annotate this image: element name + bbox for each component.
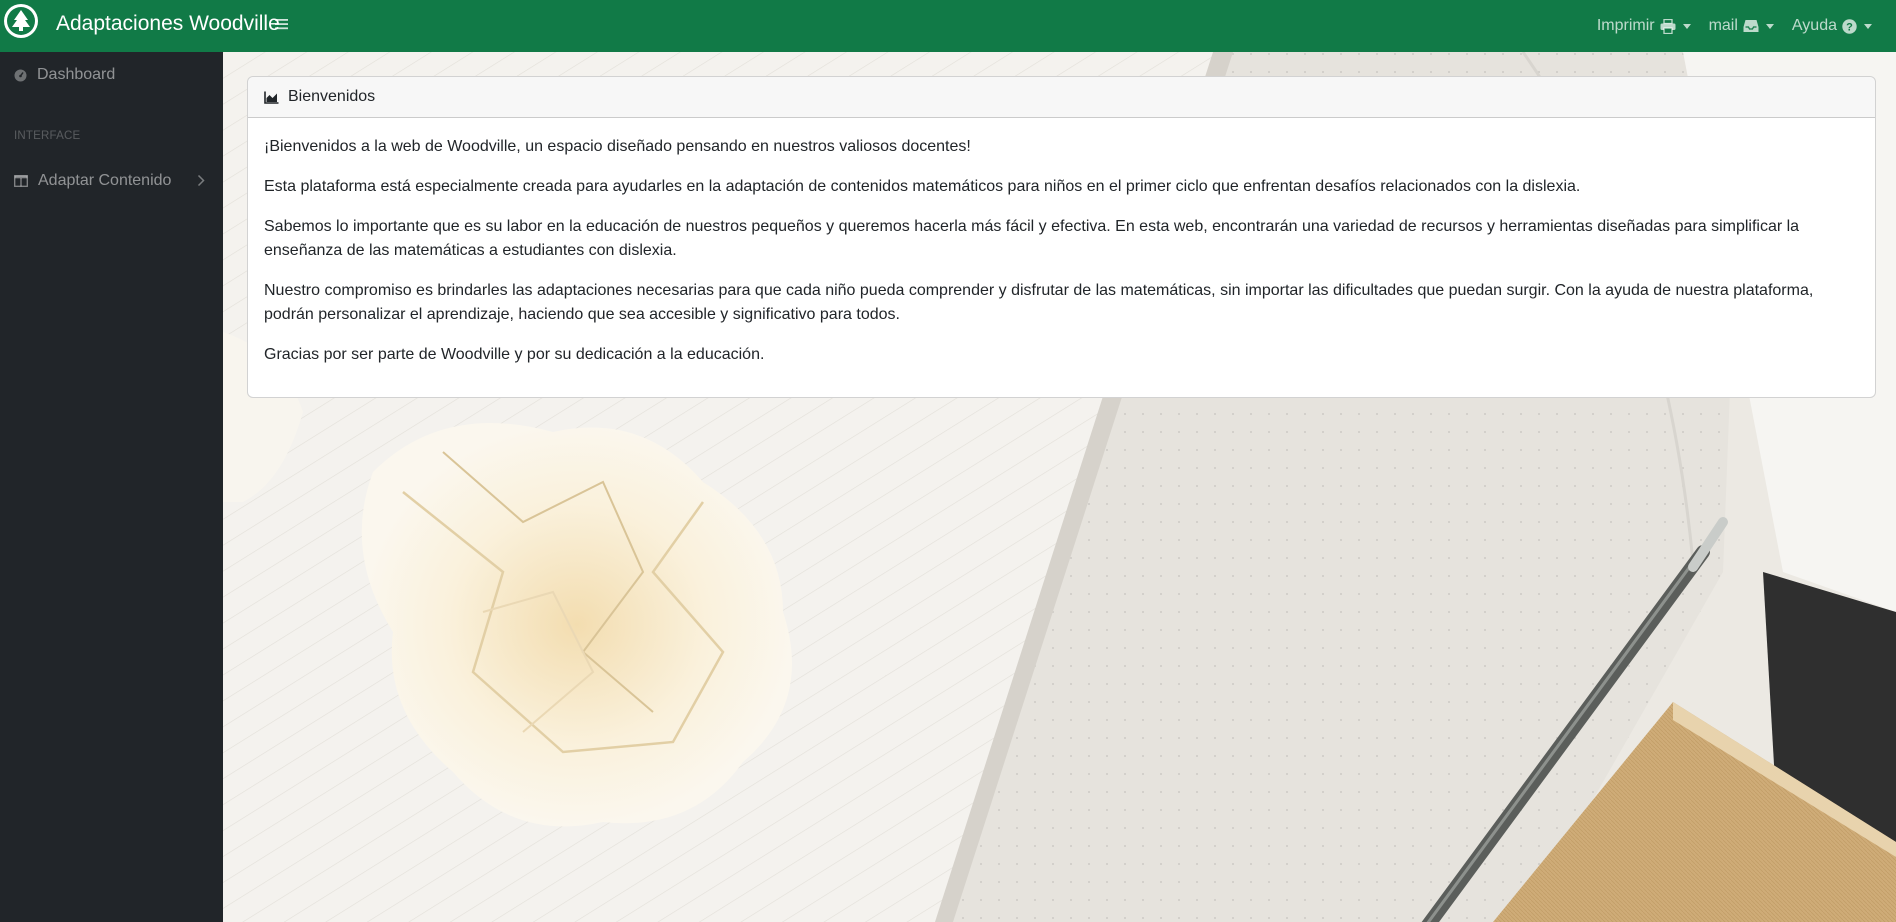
- sidebar-item-dashboard[interactable]: Dashboard: [14, 66, 115, 84]
- svg-text:?: ?: [1846, 21, 1853, 33]
- print-label: Imprimir: [1596, 17, 1655, 34]
- bars-icon: [274, 19, 288, 30]
- sidebar: Dashboard INTERFACE Adaptar Contenido: [0, 52, 223, 922]
- brand-title[interactable]: Adaptaciones Woodville: [56, 12, 280, 36]
- welcome-paragraph: ¡Bienvenidos a la web de Woodville, un e…: [264, 138, 971, 155]
- resources-paragraph: Sabemos lo importante que es su labor en…: [264, 218, 1800, 259]
- help-dropdown[interactable]: Ayuda ?: [1792, 17, 1872, 35]
- platform-paragraph: Esta plataforma está especialmente cread…: [264, 178, 1581, 195]
- tachometer-icon: [14, 69, 27, 81]
- welcome-card: Bienvenidos ¡Bienvenidos a la web de Woo…: [247, 76, 1876, 398]
- help-label: Ayuda: [1791, 17, 1837, 34]
- chart-area-icon: [264, 91, 279, 104]
- tree-logo-icon[interactable]: [4, 4, 38, 38]
- printer-icon: [1660, 18, 1676, 34]
- card-header: Bienvenidos: [248, 77, 1875, 118]
- card-title: Bienvenidos: [288, 88, 376, 105]
- columns-icon: [14, 175, 28, 187]
- inbox-icon: [1743, 20, 1759, 32]
- top-navbar: Adaptaciones Woodville Imprimir mail Ayu…: [0, 0, 1896, 52]
- commitment-paragraph: Nuestro compromiso es brindarles las ada…: [264, 282, 1814, 323]
- sidebar-item-adaptar-contenido[interactable]: Adaptar Contenido: [14, 172, 171, 190]
- print-dropdown[interactable]: Imprimir: [1597, 17, 1691, 35]
- sidebar-section-heading: INTERFACE: [14, 130, 81, 142]
- sidebar-item-label: Dashboard: [37, 66, 116, 83]
- card-body: ¡Bienvenidos a la web de Woodville, un e…: [248, 118, 1875, 399]
- sidebar-item-label: Adaptar Contenido: [38, 172, 172, 189]
- mail-dropdown[interactable]: mail: [1709, 17, 1774, 35]
- thanks-paragraph: Gracias por ser parte de Woodville y por…: [264, 346, 765, 363]
- main-content: Bienvenidos ¡Bienvenidos a la web de Woo…: [223, 52, 1896, 922]
- sidebar-toggle-button[interactable]: [272, 13, 290, 35]
- mail-label: mail: [1708, 17, 1738, 34]
- question-circle-icon: ?: [1842, 18, 1857, 34]
- chevron-right-icon[interactable]: [197, 174, 205, 187]
